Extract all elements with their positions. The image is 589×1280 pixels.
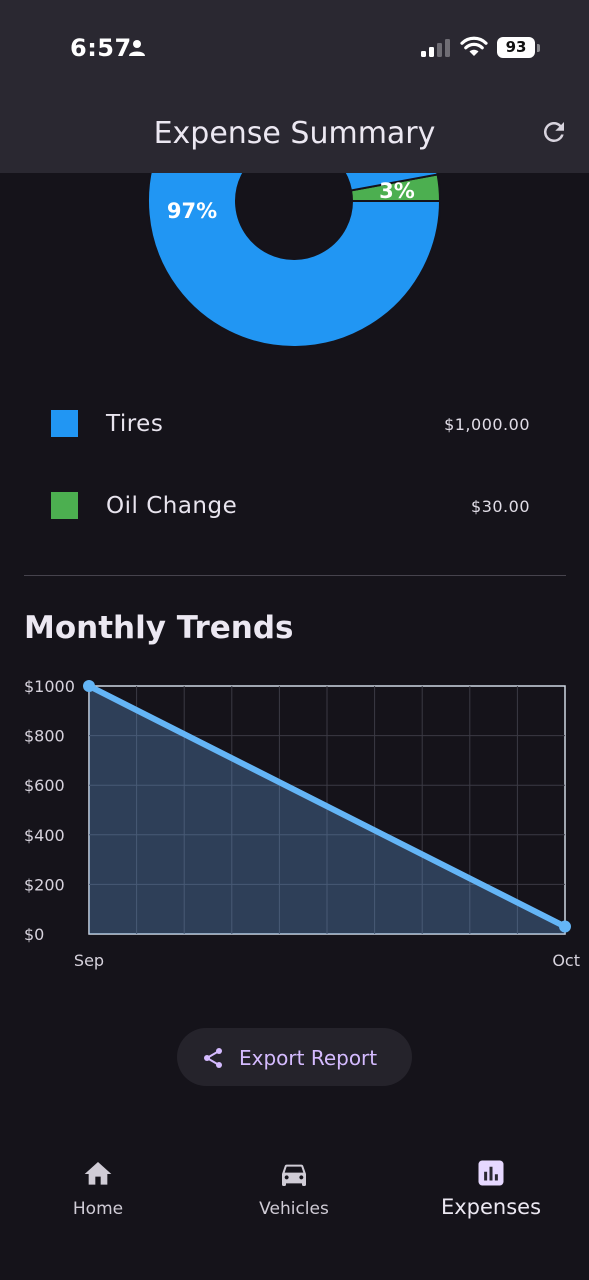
- y-tick-label: $800: [24, 727, 65, 746]
- status-time: 6:57: [70, 34, 132, 62]
- legend-swatch-tires: [51, 410, 78, 437]
- y-tick-label: $1000: [24, 677, 75, 696]
- legend-swatch-oil-change: [51, 492, 78, 519]
- home-icon: [84, 1162, 112, 1185]
- cellular-signal-icon: [421, 39, 450, 57]
- legend-label: Oil Change: [106, 493, 238, 519]
- monthly-trends-title: Monthly Trends: [24, 610, 294, 646]
- y-tick-label: $600: [24, 776, 65, 795]
- export-report-label: Export Report: [239, 1046, 378, 1070]
- wifi-icon: [460, 36, 488, 56]
- share-icon: [204, 1048, 222, 1068]
- legend-label: Tires: [106, 411, 164, 437]
- donut-label-oil-change: 3%: [379, 179, 415, 203]
- legend-value: $30.00: [471, 497, 530, 516]
- data-point: [83, 680, 95, 692]
- monthly-trends-chart: $0 $200 $400 $600 $800 $1000 Sep Oct: [24, 677, 580, 970]
- battery-tip: [537, 44, 540, 52]
- legend-item-tires: Tires $1,000.00: [0, 400, 589, 450]
- battery-level: 93: [497, 37, 535, 58]
- x-tick-label: Oct: [552, 951, 580, 970]
- x-tick-label: Sep: [74, 951, 104, 970]
- nav-expenses[interactable]: Expenses: [411, 1150, 571, 1230]
- status-bar: 6:57 93: [0, 0, 589, 96]
- nav-label: Home: [72, 1199, 124, 1219]
- y-tick-label: $200: [24, 875, 65, 894]
- top-bar: 6:57 93 Expense Summary: [0, 0, 589, 173]
- donut-label-tires: 97%: [167, 199, 217, 223]
- legend-value: $1,000.00: [444, 415, 530, 434]
- bar-chart-icon: [478, 1160, 504, 1186]
- nav-label: Vehicles: [259, 1199, 329, 1219]
- page-title: Expense Summary: [153, 116, 436, 151]
- nav-label: Expenses: [440, 1195, 542, 1219]
- nav-home[interactable]: Home: [18, 1150, 178, 1230]
- nav-vehicles[interactable]: Vehicles: [214, 1150, 374, 1230]
- y-tick-label: $0: [24, 925, 44, 944]
- refresh-icon[interactable]: [539, 117, 569, 147]
- export-report-button[interactable]: Export Report: [177, 1028, 412, 1086]
- person-icon: [129, 40, 145, 56]
- y-tick-label: $400: [24, 826, 65, 845]
- legend-item-oil-change: Oil Change $30.00: [0, 482, 589, 532]
- car-icon: [282, 1164, 306, 1186]
- data-point: [559, 920, 571, 933]
- section-divider: [24, 575, 566, 576]
